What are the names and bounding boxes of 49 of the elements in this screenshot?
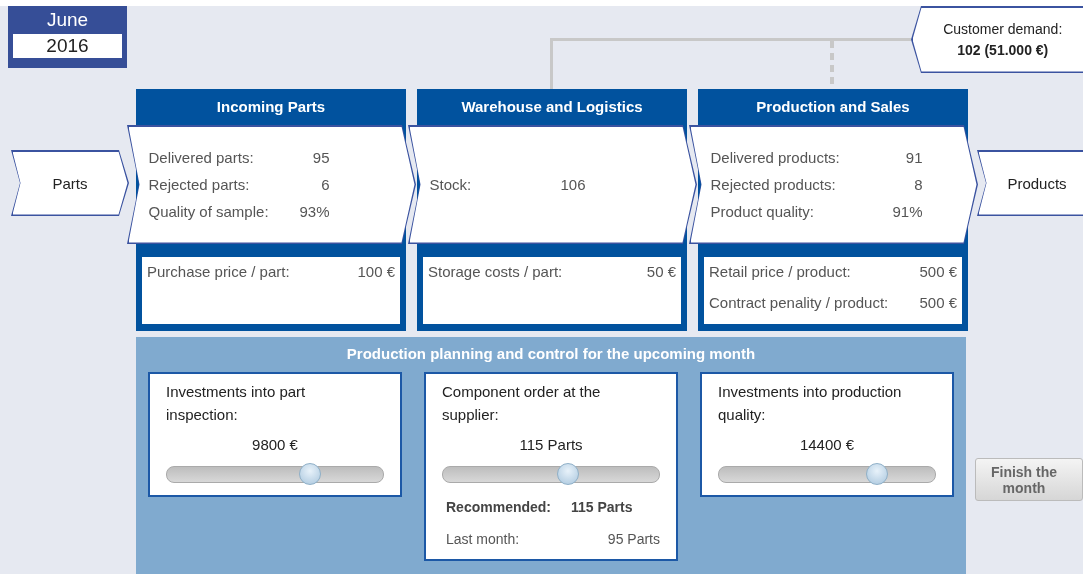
cost-label: Retail price / product: [709,263,851,280]
metric-value: 93% [299,203,330,220]
control-reading: 14400 € [799,436,855,453]
cost-value: 50 € [646,263,676,280]
control-label: Investments into production quality: [718,382,903,425]
stage-title: Production and Sales [755,97,911,117]
demand-label: Customer demand: [943,21,1063,37]
metric-value: 6 [321,176,330,193]
metric-label: Product quality: [710,203,814,220]
metric-label: Stock: [429,176,472,193]
recommended-value: 115 Parts [571,499,634,515]
stage-title: Warehouse and Logistics [460,97,644,117]
slider-track[interactable] [718,466,936,483]
metric-value: 95 [312,149,330,166]
month-label: June [46,8,89,32]
slider-thumb[interactable] [298,463,321,485]
metric-value: 91 [905,149,923,166]
cost-value: 100 € [357,263,395,280]
finish-month-button[interactable]: Finish the month [975,458,1083,501]
control-label: Component order at the supplier: [442,382,602,425]
metric-value: 91% [892,203,923,220]
last-month-label: Last month: [446,531,521,547]
demand-value: 102 (51.000 €) [957,42,1049,58]
slider-track[interactable] [442,466,660,483]
control-reading: 115 Parts [519,436,583,453]
metric-label: Rejected parts: [148,176,250,193]
cost-label: Storage costs / part: [428,263,563,280]
cost-label: Contract penality / product: [709,294,889,311]
metric-label: Delivered parts: [148,149,254,166]
metric-label: Quality of sample: [148,203,269,220]
cost-value: 500 € [919,294,957,311]
parts-arrow: Parts [11,150,129,216]
last-month-value: 95 Parts [607,531,660,547]
products-arrow: Products [977,150,1083,216]
slider-track[interactable] [166,466,384,483]
control-label: Investments into part inspection: [166,382,307,425]
control-reading: 9800 € [252,436,298,453]
metric-label: Rejected products: [710,176,836,193]
metric-label: Delivered products: [710,149,840,166]
stage-title: Incoming Parts [215,97,327,117]
slider-thumb[interactable] [865,463,888,485]
recommended-label: Recommended: [446,499,553,515]
metric-value: 8 [914,176,923,193]
slider-thumb[interactable] [557,463,580,485]
year-label: 2016 [13,34,122,58]
planning-title: Production planning and control for the upcoming month [345,345,757,362]
cost-value: 500 € [919,263,957,280]
metric-value: 106 [560,176,586,193]
cost-label: Purchase price / part: [147,263,290,280]
